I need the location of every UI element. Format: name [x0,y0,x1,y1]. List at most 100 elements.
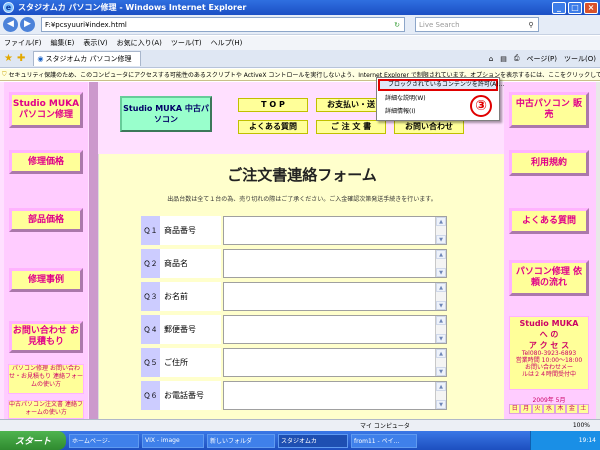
field-scrollbar[interactable]: ▲ ▼ [435,349,446,376]
page-scrollbar[interactable] [596,82,600,419]
menu-view[interactable]: 表示(V) [83,38,107,48]
menu-item-allow-blocked-content[interactable]: ブロックされているコンテンツを許可(A)... [378,79,504,91]
menu-help[interactable]: ヘルプ(H) [211,38,243,48]
nav-contact[interactable]: お問い合わせ [394,120,464,134]
sidebar-note-repair-form[interactable]: パソコン修理 お問い合わせ・お見積もり 連絡フォームの使い方 [8,364,84,394]
nav-faq[interactable]: よくある質問 [238,120,308,134]
menu-file[interactable]: ファイル(F) [4,38,42,48]
name-field[interactable]: ▲ ▼ [223,282,447,311]
scroll-up-icon[interactable]: ▲ [436,316,446,325]
question-number: Ｑ４ [141,315,161,344]
contact-access: ア ク セ ス [528,341,570,350]
status-bar: マイ コンピュータ 100% [0,419,600,431]
search-icon[interactable]: ⚲ [524,21,538,29]
address-bar[interactable]: F:¥pcsyuuri¥index.html ↻ [41,17,405,32]
taskbar-item-studio-muka[interactable]: スタジオムカ [278,433,348,448]
field-scrollbar[interactable]: ▲ ▼ [435,382,446,409]
scroll-up-icon[interactable]: ▲ [436,217,446,226]
feeds-icon[interactable]: ▤ [500,55,507,63]
back-button[interactable]: ◀ [3,17,18,32]
taskbar-item-homepage[interactable]: ホームページ- [69,433,139,448]
left-sidebar: Studio MUKA パソコン修理 修理価格 部品価格 修理事例 お問い合わせ… [4,82,88,419]
address-field[interactable]: ▲ ▼ [223,348,447,377]
maximize-button[interactable]: □ [568,1,582,14]
close-button[interactable]: × [584,1,598,14]
taskbar-item-new-folder[interactable]: 新しいフォルダ [207,433,275,448]
scroll-up-icon[interactable]: ▲ [436,283,446,292]
calendar: 日 月 火 水 木 金 土 [509,404,589,414]
sidebar-item-repair-cases[interactable]: 修理事例 [9,268,83,292]
favorites-star-icon[interactable]: ★ [4,53,13,64]
menu-favorites[interactable]: お気に入り(A) [117,38,162,48]
contact-mail[interactable]: お問い合わせメー [510,364,588,371]
field-scrollbar[interactable]: ▲ ▼ [435,250,446,277]
question-number: Ｑ６ [141,381,161,410]
home-icon[interactable]: ⌂ [489,55,493,63]
question-number: Ｑ５ [141,348,161,377]
page-menu[interactable]: ページ(P) [526,54,557,64]
scroll-down-icon[interactable]: ▼ [436,334,446,343]
forward-button[interactable]: ▶ [20,17,35,32]
zoom-level[interactable]: 100% [573,422,590,429]
scroll-up-icon[interactable]: ▲ [436,250,446,259]
system-tray: 19:14 [530,431,600,450]
tools-menu[interactable]: ツール(O) [564,54,596,64]
refresh-icon[interactable]: ↻ [390,21,404,29]
form-row: Ｑ４ 郵便番号 ▲ ▼ [141,315,447,344]
information-bar[interactable]: ⛉ セキュリティ保護のため、このコンピュータにアクセスする可能性のあるスクリプト… [0,69,600,81]
tab-label: スタジオムカ パソコン修理 [45,55,132,63]
form-row: Ｑ３ お名前 ▲ ▼ [141,282,447,311]
postal-code-field[interactable]: ▲ ▼ [223,315,447,344]
scroll-up-icon[interactable]: ▲ [436,349,446,358]
start-button[interactable]: スタート [0,431,66,450]
sidebar-item-repair-price[interactable]: 修理価格 [9,150,83,174]
phone-number-field[interactable]: ▲ ▼ [223,381,447,410]
product-number-field[interactable]: ▲ ▼ [223,216,447,245]
calendar-day: 木 [554,404,567,414]
print-icon[interactable]: ⎙ [514,54,520,63]
calendar-day: 水 [543,404,555,414]
sidebar-scrollbar[interactable] [89,82,98,419]
sidebar-item-terms[interactable]: 利用規約 [509,150,589,176]
form-row: Ｑ１ 商品番号 ▲ ▼ [141,216,447,245]
sidebar-item-faq[interactable]: よくある質問 [509,208,589,234]
taskbar-item-vix[interactable]: VIX - image [142,433,204,448]
contact-brand-to: へ の [539,330,559,339]
nav-order-form[interactable]: ご 注 文 書 [316,120,386,134]
calendar-day: 土 [577,404,589,414]
scroll-down-icon[interactable]: ▼ [436,301,446,310]
menu-edit[interactable]: 編集(E) [51,38,75,48]
scroll-down-icon[interactable]: ▼ [436,367,446,376]
order-form-area: ご注文書連絡フォーム 出品台数は全て１台の為、売り切れの際はご了承ください。ご入… [98,154,504,419]
scroll-down-icon[interactable]: ▼ [436,268,446,277]
field-scrollbar[interactable]: ▲ ▼ [435,283,446,310]
sidebar-item-used-pc-sales[interactable]: 中古パソコン 販 売 [509,92,589,128]
calendar-title: 2009年 5月 [532,397,566,404]
field-scrollbar[interactable]: ▲ ▼ [435,316,446,343]
sidebar-item-inquiry[interactable]: お問い合わせ お見積もり [9,321,83,353]
search-input[interactable]: Live Search ⚲ [415,17,539,32]
field-scrollbar[interactable]: ▲ ▼ [435,217,446,244]
sidebar-item-parts-price[interactable]: 部品価格 [9,208,83,232]
field-label: ご住所 [161,348,223,377]
field-label: お電話番号 [161,381,223,410]
sidebar-item-studio-muka[interactable]: Studio MUKA パソコン修理 [9,92,83,128]
calendar-day: 火 [531,404,544,414]
product-name-field[interactable]: ▲ ▼ [223,249,447,278]
taskbar-item-paint[interactable]: from11 - ペイ... [351,433,417,448]
sidebar-note-order-form[interactable]: 中古パソコン注文書 連絡フォームの使い方 [8,400,84,419]
window-title: スタジオムカ パソコン修理 - Windows Internet Explore… [18,3,247,12]
add-favorites-icon[interactable]: ✚ [17,53,25,64]
security-zone: マイ コンピュータ [360,423,410,430]
scroll-down-icon[interactable]: ▼ [436,235,446,244]
form-row: Ｑ５ ご住所 ▲ ▼ [141,348,447,377]
minimize-button[interactable]: _ [552,1,566,14]
tab-active[interactable]: ◉ スタジオムカ パソコン修理 [33,51,142,66]
scroll-up-icon[interactable]: ▲ [436,382,446,391]
site-logo[interactable]: Studio MUKA 中古パソコン [120,96,212,132]
form-intro: 出品台数は全て１台の為、売り切れの際はご了承ください。ご入金確認次第発送手続きを… [167,196,437,203]
sidebar-item-repair-flow[interactable]: パソコン修理 依頼の流れ [509,260,589,296]
scroll-down-icon[interactable]: ▼ [436,400,446,409]
nav-top[interactable]: T O P [238,98,308,112]
menu-tools[interactable]: ツール(T) [171,38,202,48]
